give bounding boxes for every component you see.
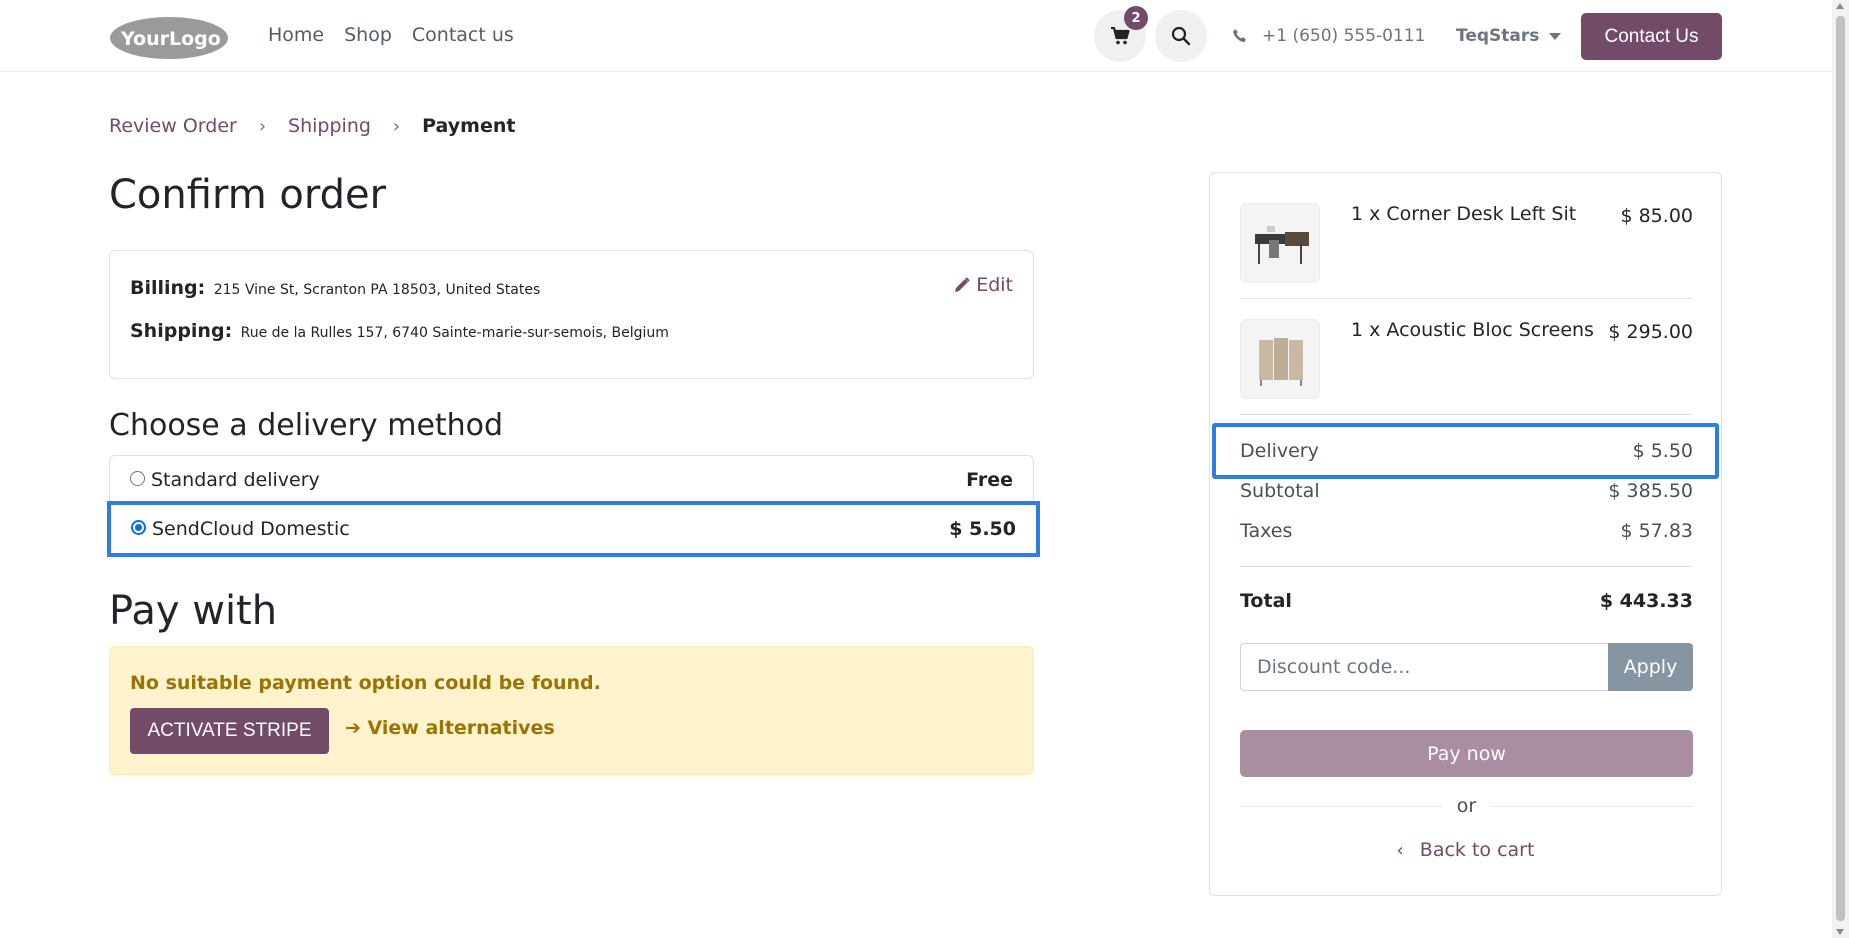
main-nav: Home Shop Contact us (268, 24, 534, 46)
view-alternatives-link[interactable]: ➔ View alternatives (345, 717, 555, 739)
subtotal-row: Subtotal $ 385.50 (1240, 480, 1693, 502)
svg-text:YourLogo: YourLogo (120, 28, 221, 50)
pay-now-button[interactable]: Pay now (1240, 730, 1693, 777)
billing-address: 215 Vine St, Scranton PA 18503, United S… (213, 282, 541, 298)
activate-stripe-button[interactable]: ACTIVATE STRIPE (130, 708, 329, 754)
delivery-method-list: Standard delivery Free SendCloud Domesti… (107, 455, 1040, 557)
delivery-option-price: Free (966, 469, 1013, 491)
billing-label: Billing: (130, 277, 206, 299)
radio-standard-delivery[interactable] (130, 470, 145, 486)
address-card: Billing: 215 Vine St, Scranton PA 18503,… (109, 250, 1034, 379)
shipping-address: Rue de la Rulles 157, 6740 Sainte-marie-… (240, 325, 669, 341)
discount-code-input[interactable] (1240, 643, 1608, 691)
divider (1240, 566, 1693, 567)
edit-address-link[interactable]: Edit (954, 274, 1013, 296)
breadcrumb-shipping[interactable]: Shipping (288, 115, 371, 137)
delivery-row: Delivery $ 5.50 (1240, 440, 1693, 462)
breadcrumb-review-order[interactable]: Review Order (109, 115, 237, 137)
subtotal-value: $ 385.50 (1608, 480, 1693, 502)
nav-shop[interactable]: Shop (344, 24, 392, 46)
radio-sendcloud-domestic[interactable] (131, 519, 146, 535)
product-image-corner-desk[interactable] (1240, 203, 1320, 283)
user-menu-dropdown[interactable]: TeqStars (1456, 26, 1562, 46)
site-logo[interactable]: YourLogo (109, 16, 229, 60)
search-button[interactable] (1155, 10, 1207, 62)
cart-count-badge: 2 (1124, 6, 1148, 30)
chevron-right-icon: › (258, 115, 267, 137)
subtotal-label: Subtotal (1240, 480, 1320, 502)
pencil-icon (955, 277, 970, 292)
view-alternatives-label: View alternatives (367, 717, 555, 739)
scroll-down-arrow-icon[interactable] (1836, 929, 1844, 935)
arrow-right-icon: ➔ (345, 717, 361, 739)
scrollbar-thumb[interactable] (1836, 16, 1845, 921)
order-summary: 1 x Corner Desk Left Sit $ 85.00 1 x Aco… (1209, 172, 1722, 896)
contact-us-button[interactable]: Contact Us (1581, 13, 1722, 60)
checkout-breadcrumb: Review Order › Shipping › Payment (109, 115, 515, 137)
shipping-row: Shipping: Rue de la Rulles 157, 6740 Sai… (130, 320, 669, 342)
payment-warning-alert: No suitable payment option could be foun… (109, 646, 1034, 775)
shipping-label: Shipping: (130, 320, 233, 342)
or-label: or (1456, 795, 1477, 817)
back-to-cart-link[interactable]: ‹ Back to cart (1210, 839, 1721, 861)
delivery-option-sendcloud[interactable]: SendCloud Domestic $ 5.50 (107, 501, 1040, 557)
breadcrumb-payment: Payment (422, 115, 516, 137)
delivery-option-label: SendCloud Domestic (152, 518, 350, 540)
delivery-option-label: Standard delivery (151, 469, 320, 491)
scroll-up-arrow-icon[interactable] (1836, 3, 1844, 9)
back-to-cart-label: Back to cart (1419, 839, 1535, 861)
delivery-value: $ 5.50 (1632, 440, 1693, 462)
divider (1240, 298, 1693, 299)
delivery-option-standard[interactable]: Standard delivery Free (109, 455, 1034, 505)
separator-line (1490, 805, 1693, 807)
item-name: 1 x Corner Desk Left Sit (1351, 203, 1577, 225)
phone-icon (1233, 29, 1246, 43)
taxes-label: Taxes (1240, 520, 1293, 542)
item-price: $ 295.00 (1608, 321, 1693, 343)
caret-down-icon (1549, 32, 1562, 40)
user-name: TeqStars (1456, 26, 1540, 46)
site-header: YourLogo Home Shop Contact us 2 +1 (650)… (0, 0, 1832, 72)
pay-with-title: Pay with (109, 588, 278, 634)
product-image-acoustic-screens[interactable] (1240, 319, 1320, 399)
cart-item: 1 x Corner Desk Left Sit $ 85.00 (1240, 203, 1693, 283)
divider (1240, 414, 1693, 415)
phone-link[interactable]: +1 (650) 555-0111 (1232, 26, 1425, 46)
nav-contact-us[interactable]: Contact us (412, 24, 514, 46)
delivery-label: Delivery (1240, 440, 1319, 462)
chevron-left-icon: ‹ (1396, 840, 1404, 861)
delivery-option-price: $ 5.50 (949, 518, 1016, 540)
or-separator: or (1240, 795, 1693, 817)
chevron-right-icon: › (392, 115, 401, 137)
cart-item: 1 x Acoustic Bloc Screens $ 295.00 (1240, 319, 1693, 399)
delivery-method-title: Choose a delivery method (109, 408, 504, 443)
total-label: Total (1240, 590, 1292, 612)
edit-label: Edit (976, 274, 1013, 296)
apply-discount-button[interactable]: Apply (1608, 643, 1693, 691)
search-icon (1171, 26, 1191, 46)
taxes-value: $ 57.83 (1620, 520, 1693, 542)
discount-form: Apply (1240, 643, 1693, 691)
cart-icon (1111, 27, 1130, 45)
separator-line (1240, 805, 1443, 807)
page-scrollbar[interactable] (1832, 0, 1849, 938)
item-price: $ 85.00 (1620, 205, 1693, 227)
phone-number: +1 (650) 555-0111 (1262, 26, 1426, 46)
nav-home[interactable]: Home (268, 24, 324, 46)
page-title: Confirm order (109, 172, 387, 218)
total-value: $ 443.33 (1599, 590, 1693, 612)
taxes-row: Taxes $ 57.83 (1240, 520, 1693, 542)
total-row: Total $ 443.33 (1240, 590, 1693, 612)
billing-row: Billing: 215 Vine St, Scranton PA 18503,… (130, 277, 540, 299)
item-name: 1 x Acoustic Bloc Screens (1351, 319, 1594, 341)
alert-message: No suitable payment option could be foun… (130, 672, 601, 694)
cart-button[interactable]: 2 (1094, 6, 1148, 62)
